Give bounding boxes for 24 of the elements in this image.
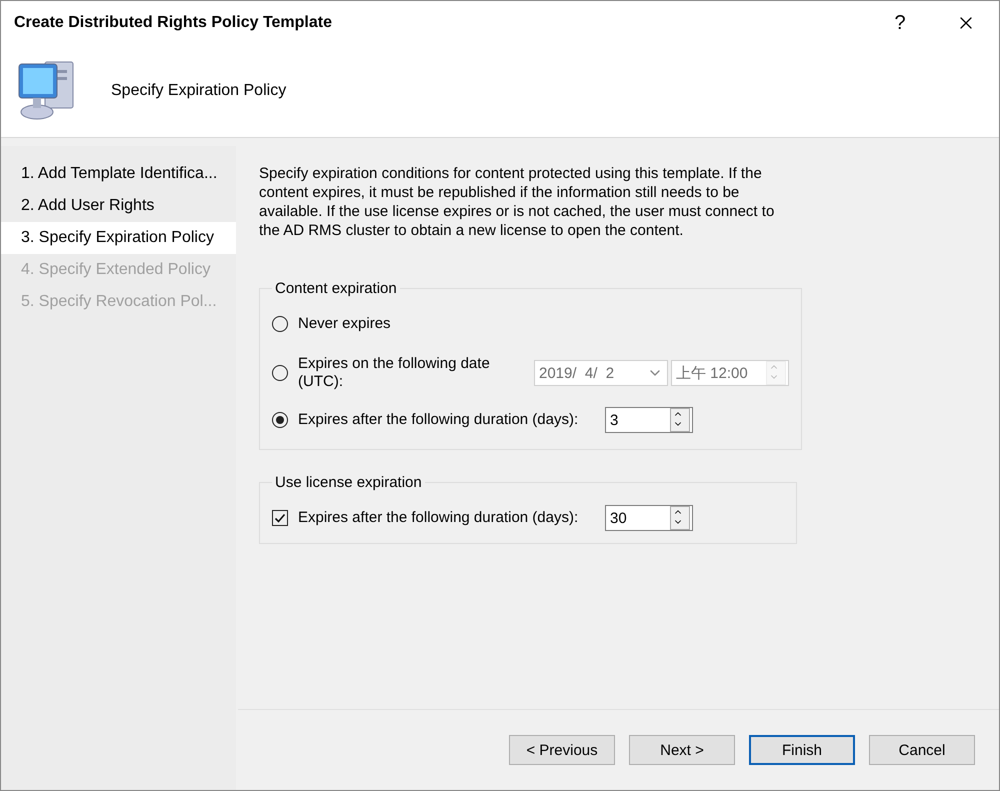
option-label: Expires on the following date (UTC): [298,355,491,391]
window-title: Create Distributed Rights Policy Template [14,14,333,32]
spin-buttons-icon[interactable] [670,408,690,432]
page-heading: Specify Expiration Policy [111,82,286,100]
group-title: Use license expiration [274,474,423,491]
radio-button[interactable] [272,412,288,428]
help-button[interactable]: ? [867,1,933,45]
option-label: Never expires [298,315,391,333]
wizard-button[interactable]: Finish [749,735,855,765]
radio-button[interactable] [272,316,288,332]
wizard-button[interactable]: Cancel [869,735,975,765]
checkbox[interactable] [272,510,288,526]
spin-buttons-icon[interactable] [670,506,690,530]
wizard-button[interactable]: < Previous [509,735,615,765]
wizard-step[interactable]: 3. Specify Expiration Policy [1,222,236,254]
wizard-button[interactable]: Next > [629,735,735,765]
wizard-step[interactable]: 1. Add Template Identifica... [1,158,236,190]
group-title: Content expiration [274,280,398,297]
description-text: Specify expiration conditions for content protected using this template. If the content expires, it must be republished if the information still needs to be available. If the use license expires or is not cached, the user must connect to the AD RMS cluster to obtain a new license to open the content. [259,164,776,240]
number-spinner[interactable]: 3 [605,407,693,433]
wizard-step[interactable]: 2. Add User Rights [1,190,236,222]
number-spinner[interactable]: 30 [605,505,693,531]
option-label: Expires after the following duration (days): [298,411,580,429]
option-label: Expires after the following duration (days): [298,509,580,527]
